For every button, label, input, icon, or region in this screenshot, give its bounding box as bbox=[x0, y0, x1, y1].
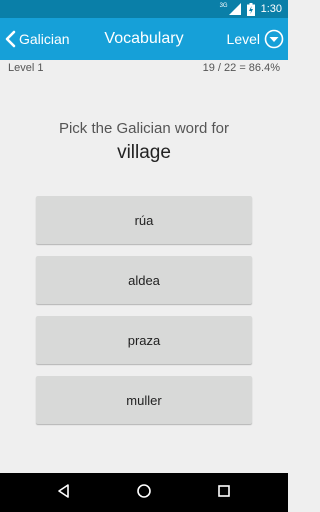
app-bar: Galician Vocabulary Level bbox=[0, 18, 288, 60]
signal-icon: 3G bbox=[220, 3, 241, 15]
answer-button-2[interactable]: aldea bbox=[36, 256, 252, 304]
circle-home-icon bbox=[136, 483, 152, 504]
back-label: Galician bbox=[19, 31, 70, 47]
triangle-back-icon bbox=[56, 483, 72, 504]
score-label: 19 / 22 = 86.4% bbox=[202, 62, 280, 74]
answer-button-1[interactable]: rúa bbox=[36, 196, 252, 244]
network-type-label: 3G bbox=[219, 3, 228, 9]
info-row: Level 1 19 / 22 = 86.4% bbox=[0, 60, 288, 78]
system-nav-bar bbox=[0, 473, 288, 512]
question-prompt: Pick the Galician word for bbox=[58, 120, 230, 137]
answer-button-4[interactable]: muller bbox=[36, 376, 252, 424]
status-time: 1:30 bbox=[260, 3, 282, 15]
status-bar: 3G 1:30 bbox=[0, 0, 288, 18]
level-menu-label: Level bbox=[226, 31, 260, 47]
target-word: village bbox=[117, 142, 171, 163]
chevron-left-icon bbox=[2, 29, 18, 49]
square-recents-icon bbox=[217, 484, 231, 503]
level-menu-button[interactable]: Level bbox=[227, 18, 284, 60]
circle-chevron-down-icon bbox=[264, 29, 284, 49]
nav-home-button[interactable] bbox=[132, 481, 156, 505]
answer-button-3[interactable]: praza bbox=[36, 316, 252, 364]
battery-charging-icon bbox=[246, 2, 255, 16]
back-button[interactable]: Galician bbox=[2, 18, 70, 60]
nav-back-button[interactable] bbox=[52, 481, 76, 505]
nav-recents-button[interactable] bbox=[212, 481, 236, 505]
level-label: Level 1 bbox=[8, 62, 44, 74]
